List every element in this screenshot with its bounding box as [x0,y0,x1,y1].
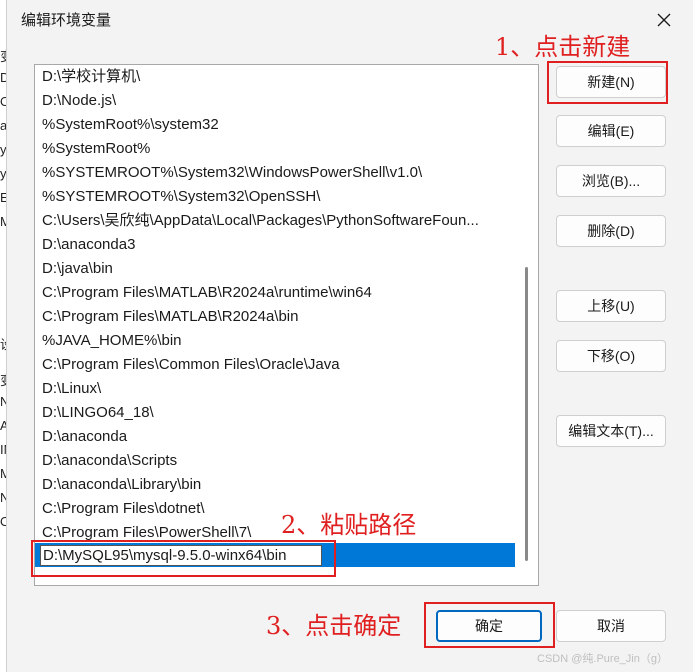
annotation-step-2: 2、粘贴路径 [281,511,417,539]
close-icon [657,13,671,27]
annotation-step-3: 3、点击确定 [266,612,402,640]
close-button[interactable] [647,6,681,34]
path-list-item[interactable]: %SystemRoot%\system32 [35,113,515,137]
csdn-watermark: CSDN @纯.Pure_Jin（g） [537,653,668,665]
dialog-title: 编辑环境变量 [21,12,112,29]
vertical-scrollbar[interactable] [519,67,535,583]
move-up-button[interactable]: 上移(U) [556,290,666,322]
path-list-item[interactable]: %JAVA_HOME%\bin [35,329,515,353]
path-list-item[interactable]: C:\Program Files\MATLAB\R2024a\runtime\w… [35,281,515,305]
new-button-highlight [547,61,668,104]
path-list-item[interactable]: C:\Users\吴欣纯\AppData\Local\Packages\Pyth… [35,209,515,233]
path-list-item[interactable]: D:\java\bin [35,257,515,281]
edit-button[interactable]: 编辑(E) [556,115,666,147]
path-list-item[interactable]: D:\Linux\ [35,377,515,401]
path-list-item[interactable]: D:\anaconda3 [35,233,515,257]
path-list-item[interactable]: D:\Node.js\ [35,89,515,113]
browse-button[interactable]: 浏览(B)... [556,165,666,197]
path-list-item[interactable]: C:\Program Files\dotnet\ [35,497,515,521]
path-list-item[interactable]: C:\Program Files\MATLAB\R2024a\bin [35,305,515,329]
path-list-item[interactable]: D:\anaconda [35,425,515,449]
path-list-item[interactable]: C:\Program Files\Common Files\Oracle\Jav… [35,353,515,377]
path-list-item[interactable]: %SYSTEMROOT%\System32\WindowsPowerShell\… [35,161,515,185]
ok-button-highlight [424,602,555,648]
path-list-item[interactable]: D:\LINGO64_18\ [35,401,515,425]
annotation-step-1: 1、点击新建 [495,33,631,61]
scrollbar-thumb[interactable] [525,267,528,561]
cancel-button[interactable]: 取消 [556,610,666,642]
path-list-item[interactable]: %SystemRoot% [35,137,515,161]
path-list-item[interactable]: %SYSTEMROOT%\System32\OpenSSH\ [35,185,515,209]
path-list-item[interactable]: D:\anaconda\Scripts [35,449,515,473]
path-input-highlight [31,540,336,577]
move-down-button[interactable]: 下移(O) [556,340,666,372]
path-list-item[interactable]: D:\学校计算机\ [35,65,515,89]
path-list-item[interactable]: D:\anaconda\Library\bin [35,473,515,497]
edit-text-button[interactable]: 编辑文本(T)... [556,415,666,447]
delete-button[interactable]: 删除(D) [556,215,666,247]
